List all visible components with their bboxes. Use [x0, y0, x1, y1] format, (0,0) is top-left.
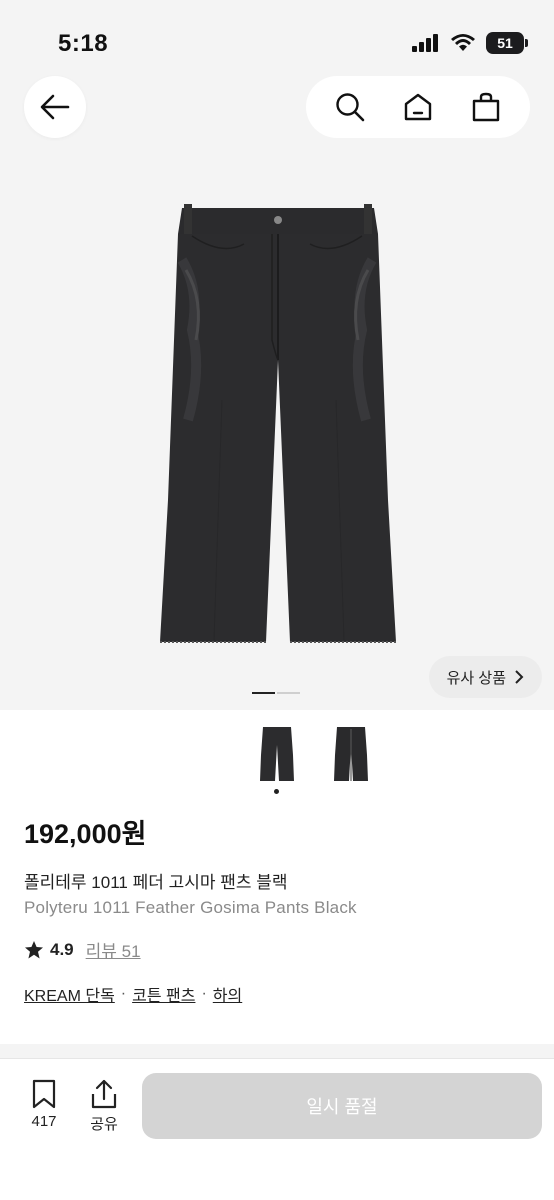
product-name-korean: 폴리테루 1011 페더 고시마 팬츠 블랙	[24, 873, 288, 892]
thumbnail-strip	[0, 712, 554, 802]
chevron-right-icon	[515, 670, 524, 684]
bottom-action-bar: 417 공유 일시 품절	[0, 1058, 554, 1200]
product-price: 192,000원	[24, 819, 147, 849]
thumbnail-back[interactable]	[327, 717, 375, 783]
share-icon	[91, 1079, 117, 1109]
top-nav-actions	[306, 76, 530, 138]
share-label: 공유	[90, 1116, 118, 1133]
shopping-bag-icon	[472, 92, 500, 122]
save-button[interactable]: 417	[20, 1079, 68, 1130]
search-icon	[336, 93, 365, 122]
thumbnail-front[interactable]	[253, 717, 301, 783]
status-bar: 5:18 51	[0, 0, 554, 80]
rating-score: 4.9	[50, 939, 74, 959]
tag-bottoms[interactable]: 하의	[213, 982, 242, 1006]
back-button[interactable]	[24, 76, 86, 138]
soldout-button[interactable]: 일시 품절	[142, 1073, 542, 1139]
share-button[interactable]: 공유	[80, 1079, 128, 1134]
tag-cotton-pants[interactable]: 코튼 팬츠	[132, 982, 195, 1006]
bookmark-icon	[32, 1079, 56, 1109]
product-rating: 4.9 리뷰 51	[24, 937, 141, 962]
thumbnail-back-image	[334, 727, 368, 781]
tag-separator: ·	[120, 985, 127, 1002]
save-count: 417	[31, 1113, 57, 1130]
status-time: 5:18	[58, 30, 109, 57]
tag-kream-exclusive[interactable]: KREAM 단독	[24, 982, 115, 1006]
similar-products-label: 유사 상품	[446, 669, 506, 687]
thumbnail-selected-dot	[274, 789, 279, 794]
section-divider	[0, 1044, 554, 1058]
thumbnail-front-image	[260, 727, 294, 781]
product-name-english: Polyteru 1011 Feather Gosima Pants Black	[24, 898, 357, 917]
similar-products-button[interactable]: 유사 상품	[428, 656, 542, 698]
slide-indicator-inactive	[277, 692, 300, 694]
slide-indicator-active	[252, 692, 275, 694]
battery-icon: 51	[486, 32, 528, 54]
tag-separator: ·	[201, 985, 207, 1002]
home-button[interactable]	[396, 85, 440, 129]
status-icons: 51	[412, 32, 528, 54]
slide-indicator	[252, 692, 300, 694]
star-icon	[25, 940, 43, 958]
search-button[interactable]	[328, 85, 372, 129]
review-link[interactable]: 리뷰 51	[86, 937, 141, 962]
product-detail-page: 유사 상품 5:18 51 192,000원 폴리테루 1011 페더 고시마 …	[0, 0, 554, 1200]
home-icon	[404, 93, 432, 121]
product-image	[160, 204, 396, 643]
category-tags: KREAM 단독 · 코튼 팬츠 · 하의	[24, 982, 242, 1006]
arrow-left-icon	[40, 94, 70, 120]
cart-button[interactable]	[464, 85, 508, 129]
cellular-signal-icon	[412, 34, 438, 52]
wifi-icon	[451, 34, 475, 51]
